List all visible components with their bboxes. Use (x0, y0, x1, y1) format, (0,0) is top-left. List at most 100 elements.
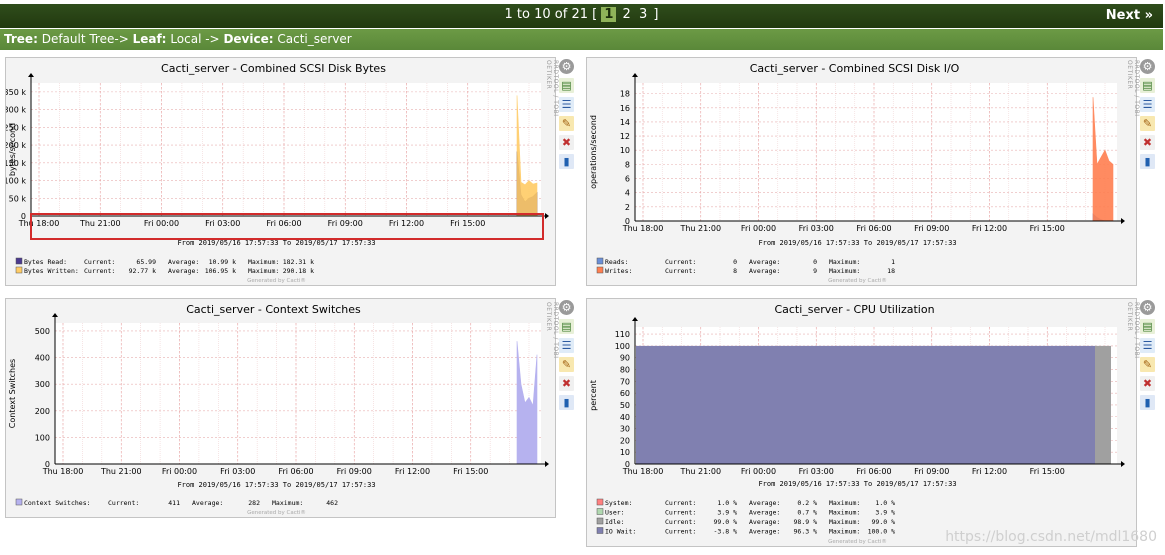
timespan-icon[interactable]: ✖ (559, 376, 574, 391)
realtime-icon[interactable]: ▮ (1140, 395, 1155, 410)
legend-swatch (596, 517, 604, 525)
chart-title: Cacti_server - Context Switches (186, 303, 361, 316)
edit-icon[interactable]: ✎ (1140, 357, 1155, 372)
graph-tools: ⚙ ▤ ☰ ✎ ✖ ▮ (559, 59, 577, 173)
legend-current: 3.9 % (717, 509, 737, 517)
timespan-icon[interactable]: ✖ (1140, 376, 1155, 391)
realtime-icon[interactable]: ▮ (559, 395, 574, 410)
date-range: From 2019/05/16 17:57:33 To 2019/05/17 1… (177, 239, 375, 247)
legend-average: 98.9 % (794, 518, 818, 526)
legend-average-label: Average: (749, 499, 780, 507)
x-axis-arrow (1121, 218, 1125, 224)
timespan-icon[interactable]: ✖ (1140, 135, 1155, 150)
legend-maximum-label: Maximum: (829, 528, 860, 536)
legend-average-label: Average: (168, 258, 199, 266)
realtime-icon[interactable]: ▮ (559, 154, 574, 169)
edit-icon[interactable]: ✎ (559, 357, 574, 372)
y-tick-label: 10 (620, 146, 630, 155)
legend-current-label: Current: (665, 258, 696, 266)
y-tick-label: 30 (620, 425, 630, 434)
zoom-icon[interactable]: ⚙ (1140, 300, 1155, 315)
x-tick-label: Fri 15:00 (1030, 224, 1065, 233)
realtime-icon[interactable]: ▮ (1140, 154, 1155, 169)
csv-export-icon[interactable]: ▤ (559, 78, 574, 93)
date-range: From 2019/05/16 17:57:33 To 2019/05/17 1… (758, 239, 956, 247)
tree-value[interactable]: Default Tree-> (42, 32, 129, 46)
legend-swatch (15, 498, 23, 506)
legend-maximum: 1 (891, 258, 895, 266)
chart-title: Cacti_server - CPU Utilization (774, 303, 934, 316)
csv-export-icon[interactable]: ▤ (1140, 78, 1155, 93)
graph-context-switches[interactable]: Cacti_server - Context Switches 0 100 200 30… (5, 298, 556, 518)
pager-bar: 1 to 10 of 21 [ 1 2 3 ] Next » (0, 4, 1163, 28)
highlight-box (30, 213, 544, 240)
graph-tools: ⚙ ▤ ☰ ✎ ✖ ▮ (1140, 59, 1158, 173)
x-tick-label: Fri 03:00 (799, 467, 834, 476)
legend-maximum-label: Maximum: (272, 499, 303, 507)
plot-area (31, 83, 541, 216)
next-button[interactable]: Next » (1106, 8, 1153, 23)
y-tick-label: 100 (35, 433, 50, 442)
legend-swatch (15, 266, 23, 274)
legend-average-label: Average: (749, 258, 780, 266)
legend-current-label: Current: (665, 267, 696, 275)
legend-current: 92.77 k (129, 267, 156, 275)
page-link-1[interactable]: 1 (601, 7, 617, 22)
x-tick-label: Fri 06:00 (856, 224, 891, 233)
legend-average: 0.7 % (797, 509, 817, 517)
legend-maximum: 100.0 % (868, 528, 895, 536)
legend-current: -3.8 % (714, 528, 738, 536)
legend-average-label: Average: (749, 509, 780, 517)
device-value[interactable]: Cacti_server (277, 32, 351, 46)
csv-export-icon[interactable]: ▤ (1140, 319, 1155, 334)
legend-current-label: Current: (665, 509, 696, 517)
page-link-3[interactable]: 3 (637, 7, 649, 22)
x-tick-label: Fri 09:00 (337, 467, 372, 476)
graph-disk-bytes[interactable]: Cacti_server - Combined SCSI Disk Bytes 0… (5, 57, 556, 286)
graph-cpu-utilization[interactable]: Cacti_server - CPU Utilization 0 10 20 30 40 5… (586, 298, 1137, 547)
y-tick-label: 400 (35, 354, 50, 363)
x-tick-label: Fri 09:00 (914, 467, 949, 476)
legend-maximum: 290.18 k (283, 267, 314, 275)
y-tick-label: 300 (35, 380, 50, 389)
date-range: From 2019/05/16 17:57:33 To 2019/05/17 1… (177, 481, 375, 489)
y-tick-label: 100 k (6, 177, 26, 186)
generated-by: Generated by Cacti® (247, 277, 306, 284)
zoom-icon[interactable]: ⚙ (559, 59, 574, 74)
leaf-value[interactable]: Local -> (170, 32, 219, 46)
plot-area (635, 83, 1117, 221)
properties-icon[interactable]: ☰ (1140, 338, 1155, 353)
legend-current-label: Current: (665, 518, 696, 526)
x-tick-label: Fri 12:00 (972, 224, 1007, 233)
page-link-2[interactable]: 2 (621, 7, 633, 22)
y-tick-label: 8 (625, 160, 630, 169)
legend-current: 0 (733, 258, 737, 266)
x-tick-label: Fri 15:00 (1030, 467, 1065, 476)
csv-export-icon[interactable]: ▤ (559, 319, 574, 334)
legend-maximum-label: Maximum: (248, 258, 279, 266)
date-range: From 2019/05/16 17:57:33 To 2019/05/17 1… (758, 480, 956, 488)
legend-maximum-label: Maximum: (829, 518, 860, 526)
graph-disk-io[interactable]: Cacti_server - Combined SCSI Disk I/O 0 2 4… (586, 57, 1137, 286)
x-tick-label: Fri 12:00 (395, 467, 430, 476)
y-tick-label: 6 (625, 175, 630, 184)
breadcrumb: Tree: Default Tree-> Leaf: Local -> Devi… (0, 29, 1163, 50)
legend-maximum: 18 (887, 267, 895, 275)
legend-average-label: Average: (168, 267, 199, 275)
properties-icon[interactable]: ☰ (559, 338, 574, 353)
legend-maximum: 1.0 % (875, 499, 895, 507)
chart-title: Cacti_server - Combined SCSI Disk Bytes (161, 62, 386, 75)
legend-name: Writes: (605, 267, 632, 275)
y-axis-arrow (632, 73, 638, 77)
edit-icon[interactable]: ✎ (1140, 116, 1155, 131)
x-tick-label: Fri 03:00 (799, 224, 834, 233)
legend-average-label: Average: (192, 499, 223, 507)
x-tick-label: Fri 06:00 (278, 467, 313, 476)
timespan-icon[interactable]: ✖ (559, 135, 574, 150)
properties-icon[interactable]: ☰ (1140, 97, 1155, 112)
properties-icon[interactable]: ☰ (559, 97, 574, 112)
edit-icon[interactable]: ✎ (559, 116, 574, 131)
device-label: Device: (223, 32, 274, 46)
zoom-icon[interactable]: ⚙ (559, 300, 574, 315)
zoom-icon[interactable]: ⚙ (1140, 59, 1155, 74)
